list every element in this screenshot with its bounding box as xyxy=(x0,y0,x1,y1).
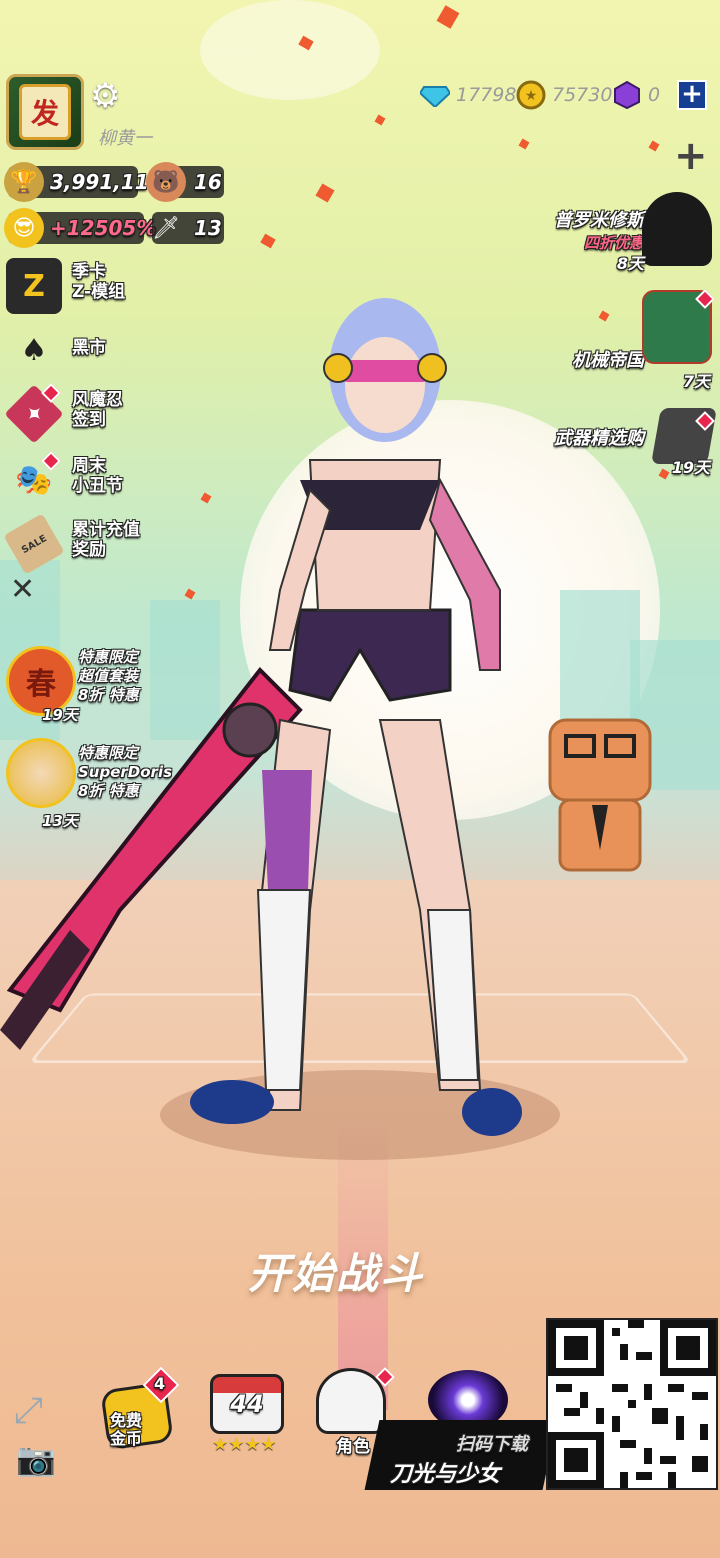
qr-code-icon xyxy=(548,1320,716,1488)
spade-ace-icon: ♠ xyxy=(20,332,48,368)
sword-count: 13 xyxy=(194,216,222,240)
menu-label: 周末 小丑节 xyxy=(72,456,123,496)
svg-text:★: ★ xyxy=(525,88,538,104)
bear-count: 16 xyxy=(194,170,222,194)
purple-amount: 0 xyxy=(648,84,661,106)
promo-days: 13天 xyxy=(42,812,78,830)
confetti xyxy=(260,233,276,249)
mahjong-tile-icon: 发 xyxy=(19,84,71,140)
fullscreen-expand-icon[interactable]: ⤢ xyxy=(14,1390,43,1432)
promo-days: 7天 xyxy=(682,372,710,391)
level-card: 44 xyxy=(210,1374,284,1434)
promo-days: 19天 xyxy=(42,706,78,724)
promo-days: 19天 xyxy=(671,458,710,477)
menu-label: 风魔忍 签到 xyxy=(72,390,123,430)
menu-recharge-reward[interactable]: SALE 累计充值 奖励 xyxy=(3,513,164,575)
bonus-value: +12505% xyxy=(50,216,157,240)
prometheus-helmet-icon xyxy=(642,192,712,266)
bear-face-icon: 🐻 xyxy=(146,162,186,202)
gem-icon xyxy=(418,80,452,110)
purple-currency[interactable]: 0 xyxy=(610,78,660,112)
sword-icon: 🗡 xyxy=(152,215,180,241)
promo-weapon-select[interactable]: 武器精选购 19天 xyxy=(496,408,717,498)
free-coins-label: 免费 金币 xyxy=(110,1411,143,1448)
menu-weekend-jester[interactable]: 🎭 周末 小丑节 xyxy=(4,450,164,510)
menu-ninja-checkin[interactable]: ✦ 风魔忍 签到 xyxy=(4,383,164,444)
menu-label: 黑市 xyxy=(72,338,106,358)
emoji-face-icon: 😎 xyxy=(4,208,44,248)
confetti xyxy=(436,5,460,29)
coins-amount: 75730 xyxy=(552,84,613,106)
menu-label: 累计充值 奖励 xyxy=(72,520,140,560)
coins-currency[interactable]: ★ 75730 xyxy=(514,78,612,112)
character-label: 角色 xyxy=(336,1437,370,1457)
player-avatar[interactable]: 发 xyxy=(6,74,84,150)
promo-superdoris[interactable]: 特惠限定 SuperDoris 8折 特惠 13天 xyxy=(2,738,192,830)
promo-text: 特惠限定 SuperDoris 8折 特惠 xyxy=(78,744,173,800)
collapse-menu-close-icon[interactable]: ✕ xyxy=(10,575,38,605)
add-currency-button[interactable]: + xyxy=(677,80,707,110)
star-rating-icon: ★★★★ xyxy=(212,1434,277,1455)
promo-spring-pack[interactable]: 春 特惠限定 超值套装 8折 特惠 19天 xyxy=(2,646,192,726)
download-qr-code[interactable] xyxy=(546,1318,718,1490)
start-battle-button[interactable]: 开始战斗 xyxy=(248,1240,472,1300)
menu-black-market[interactable]: ♠ 黑市 xyxy=(4,320,164,380)
promo-title: 机械帝国 xyxy=(572,350,644,371)
promo-prometheus[interactable]: 普罗米修斯 四折优惠 8天 xyxy=(496,192,716,282)
bear-mascot[interactable] xyxy=(530,700,680,880)
free-coins-button[interactable]: 免费 金币 4 xyxy=(100,1366,180,1460)
trophy-icon: 🏆 xyxy=(4,162,44,202)
promo-title: 普罗米修斯 xyxy=(554,210,644,231)
gems-amount: 17798 xyxy=(456,84,517,106)
confetti xyxy=(374,114,386,126)
level-button[interactable]: 44 ★★★★ xyxy=(208,1372,286,1458)
confetti xyxy=(648,140,660,152)
superdoris-portrait-icon xyxy=(6,738,76,808)
menu-label: 季卡 Z-模组 xyxy=(72,262,126,302)
level-number: 44 xyxy=(230,1390,264,1418)
settings-gear-icon[interactable]: ⚙ xyxy=(90,78,126,114)
sale-tag-icon: SALE xyxy=(3,513,65,575)
promo-title: 武器精选购 xyxy=(554,428,644,449)
player-name: 柳黄一 xyxy=(98,128,152,149)
confetti xyxy=(518,138,530,150)
menu-season-card[interactable]: Z 季卡 Z-模组 xyxy=(4,256,164,316)
promo-mech-empire[interactable]: 机械帝国 7天 xyxy=(496,289,716,391)
coin-icon: ★ xyxy=(514,80,548,110)
free-coins-badge: 4 xyxy=(154,1374,166,1393)
z-card-icon: Z xyxy=(6,258,62,314)
promo-text: 特惠限定 超值套装 8折 特惠 xyxy=(78,648,139,704)
background-halo xyxy=(200,0,380,100)
camera-icon[interactable]: 📷 xyxy=(16,1440,56,1478)
confetti xyxy=(315,183,335,203)
purple-cube-icon xyxy=(610,80,644,110)
expand-plus-icon[interactable]: + xyxy=(674,136,708,176)
game-name-label: 刀光与少女 xyxy=(390,1462,501,1487)
gems-currency[interactable]: 17798 xyxy=(418,78,516,112)
scan-download-label: 扫码下载 xyxy=(456,1434,528,1455)
promo-days: 8天 xyxy=(616,254,644,273)
